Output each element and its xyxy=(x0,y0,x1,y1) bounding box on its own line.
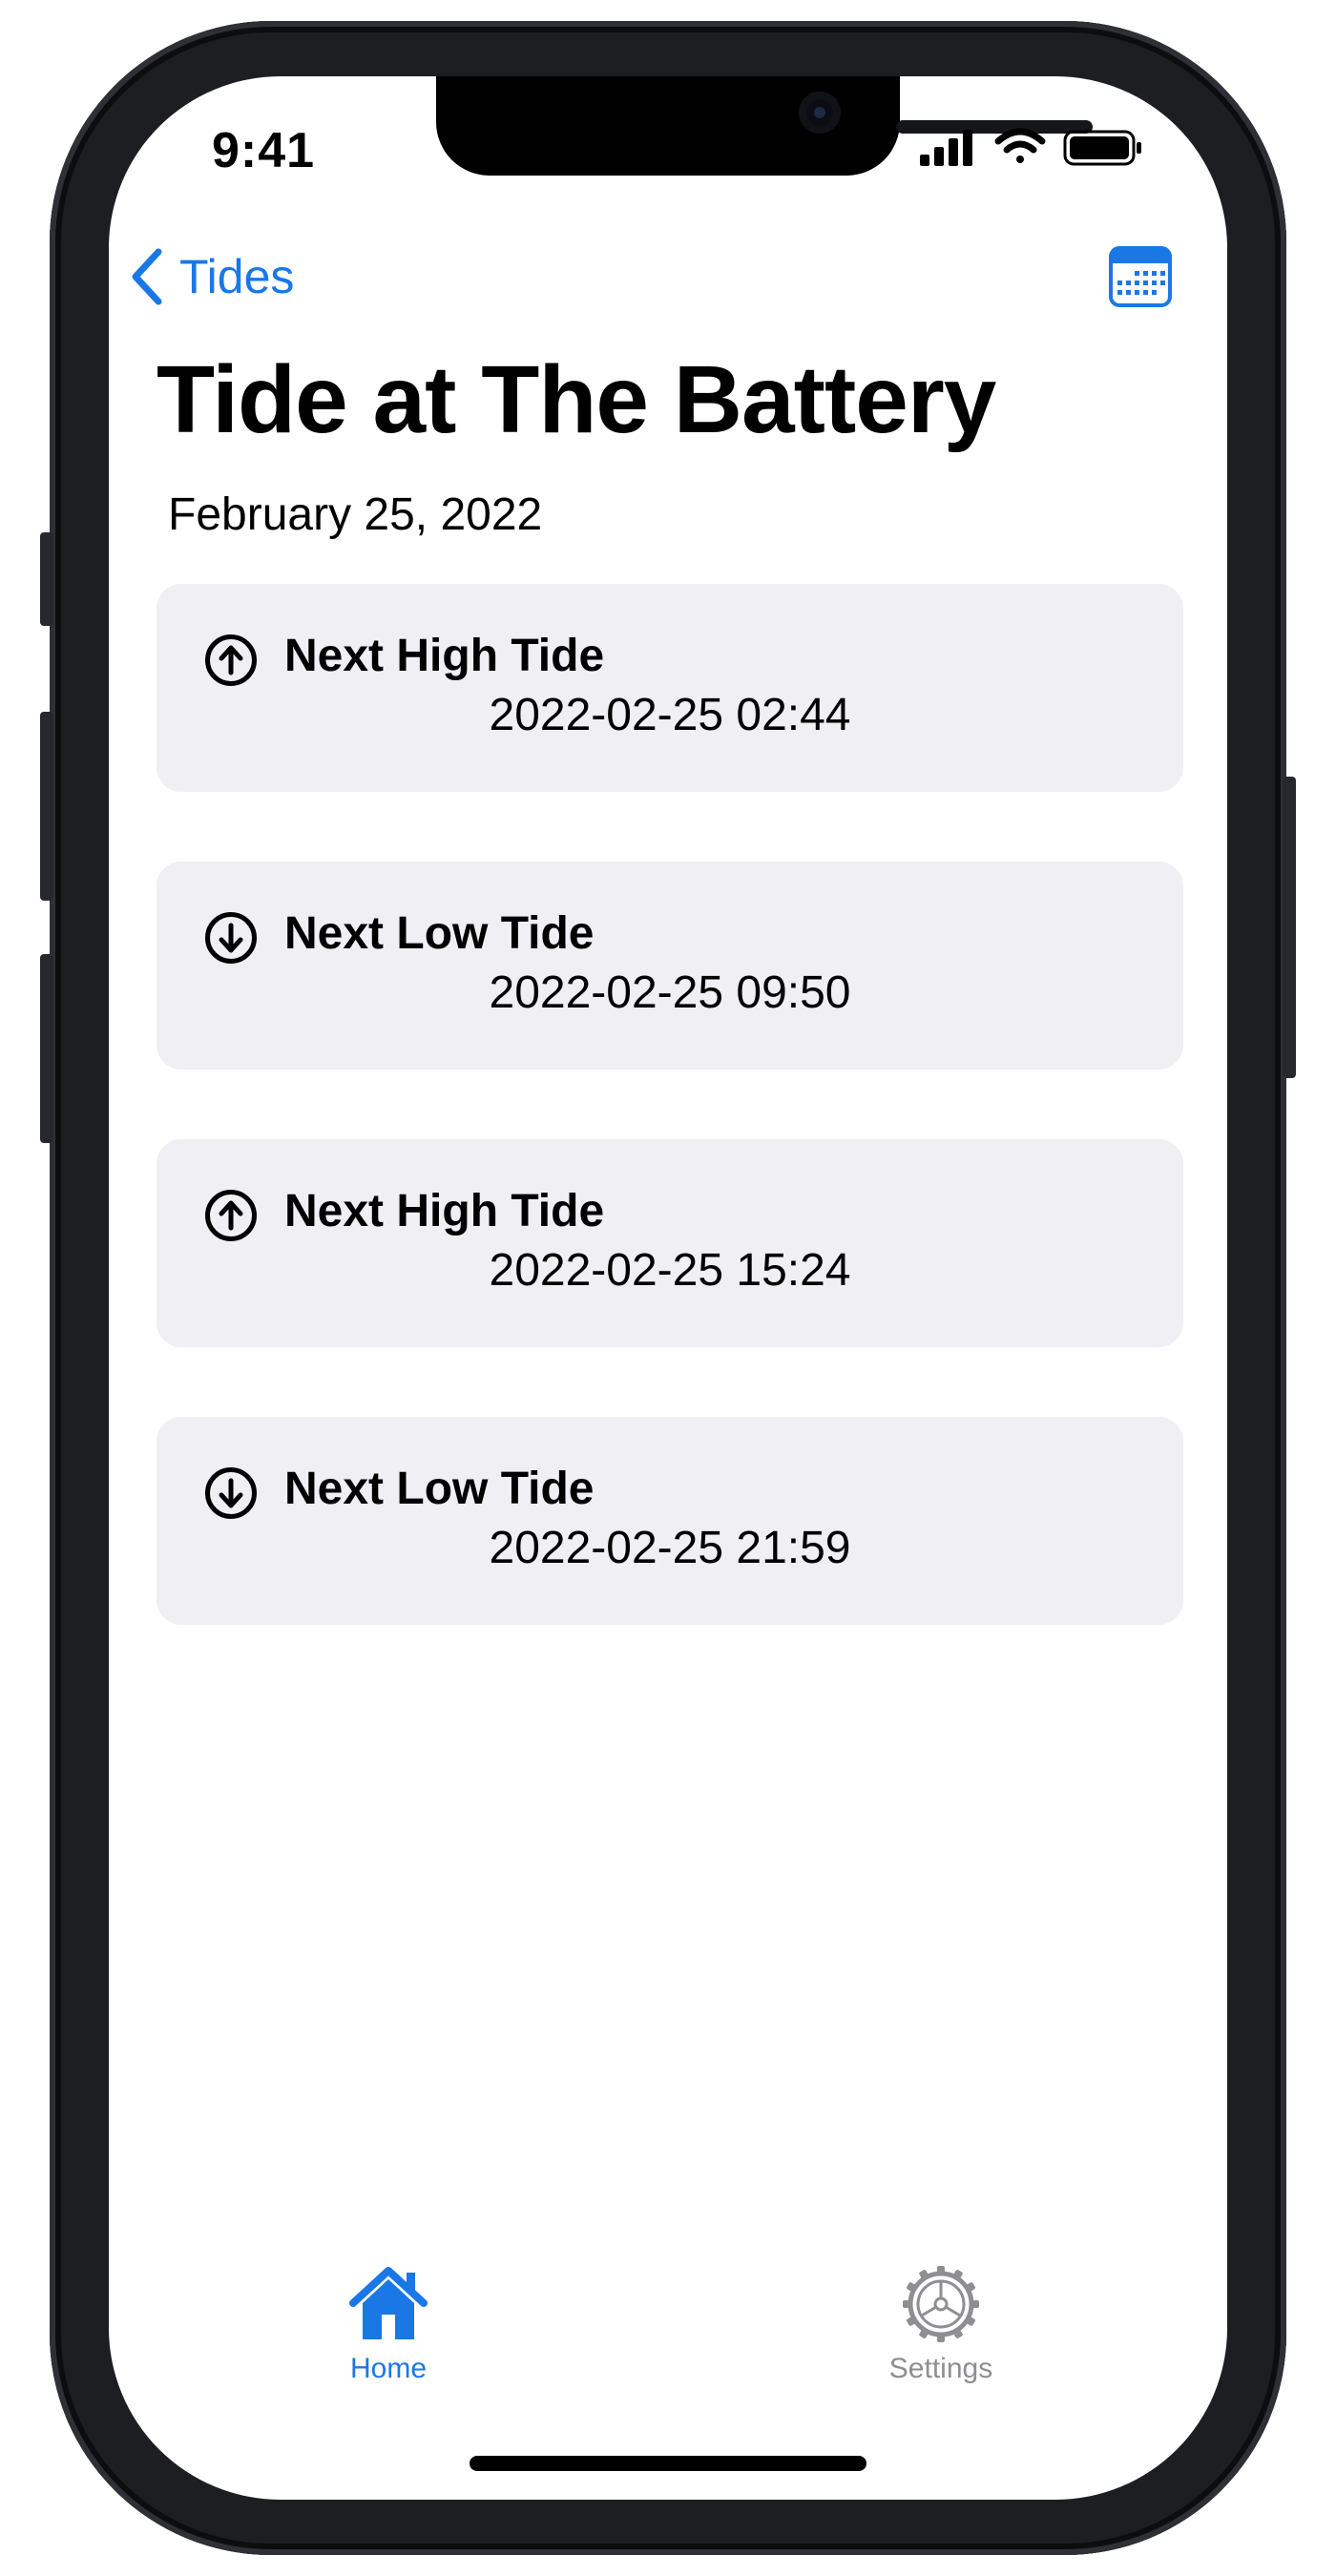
tab-home[interactable]: Home xyxy=(274,2261,503,2404)
page-title: Tide at The Battery xyxy=(157,346,996,453)
tide-card-3[interactable]: Next High Tide 2022-02-25 15:24 xyxy=(157,1139,1183,1347)
arrow-up-circle-icon xyxy=(205,1190,257,1241)
page-date: February 25, 2022 xyxy=(168,489,543,540)
cellular-signal-icon xyxy=(920,130,972,166)
tide-label: Next Low Tide xyxy=(284,1464,595,1514)
back-button[interactable]: Tides xyxy=(128,239,294,315)
tab-home-label: Home xyxy=(349,2353,428,2384)
arrow-down-circle-icon xyxy=(205,912,257,964)
tide-label: Next High Tide xyxy=(284,631,605,681)
calendar-icon xyxy=(1109,246,1172,307)
tide-time: 2022-02-25 15:24 xyxy=(489,1245,851,1296)
arrow-up-circle-icon xyxy=(205,634,257,686)
tab-bar: Home Settings xyxy=(109,2261,1227,2414)
tide-label: Next Low Tide xyxy=(284,908,595,959)
tide-card-2[interactable]: Next Low Tide 2022-02-25 09:50 xyxy=(157,862,1183,1070)
tide-time: 2022-02-25 02:44 xyxy=(489,690,851,740)
front-camera xyxy=(799,92,841,134)
tide-card-1[interactable]: Next High Tide 2022-02-25 02:44 xyxy=(157,584,1183,792)
chevron-left-icon xyxy=(132,248,162,305)
status-time: 9:41 xyxy=(212,123,316,178)
status-icons xyxy=(920,126,1149,168)
calendar-button[interactable] xyxy=(1109,246,1172,307)
volume-down-button xyxy=(40,954,53,1143)
notch xyxy=(436,76,1093,176)
arrow-down-circle-icon xyxy=(205,1467,257,1519)
tide-card-4[interactable]: Next Low Tide 2022-02-25 21:59 xyxy=(157,1417,1183,1625)
home-indicator[interactable] xyxy=(470,2456,866,2471)
screen: 9:41 Tides Tide at The Battery February … xyxy=(109,76,1227,2500)
house-icon xyxy=(349,2267,428,2339)
tide-label: Next High Tide xyxy=(284,1186,605,1236)
tab-settings-label: Settings xyxy=(888,2353,993,2384)
tab-settings[interactable]: Settings xyxy=(826,2261,1055,2404)
tide-time: 2022-02-25 21:59 xyxy=(489,1523,851,1573)
battery-icon xyxy=(1063,130,1141,166)
gear-icon xyxy=(903,2266,979,2342)
volume-up-button xyxy=(40,712,53,901)
wifi-icon xyxy=(994,128,1046,163)
silent-switch xyxy=(40,532,53,626)
tide-time: 2022-02-25 09:50 xyxy=(489,967,851,1018)
power-button xyxy=(1283,777,1296,1078)
back-button-label: Tides xyxy=(179,250,295,303)
